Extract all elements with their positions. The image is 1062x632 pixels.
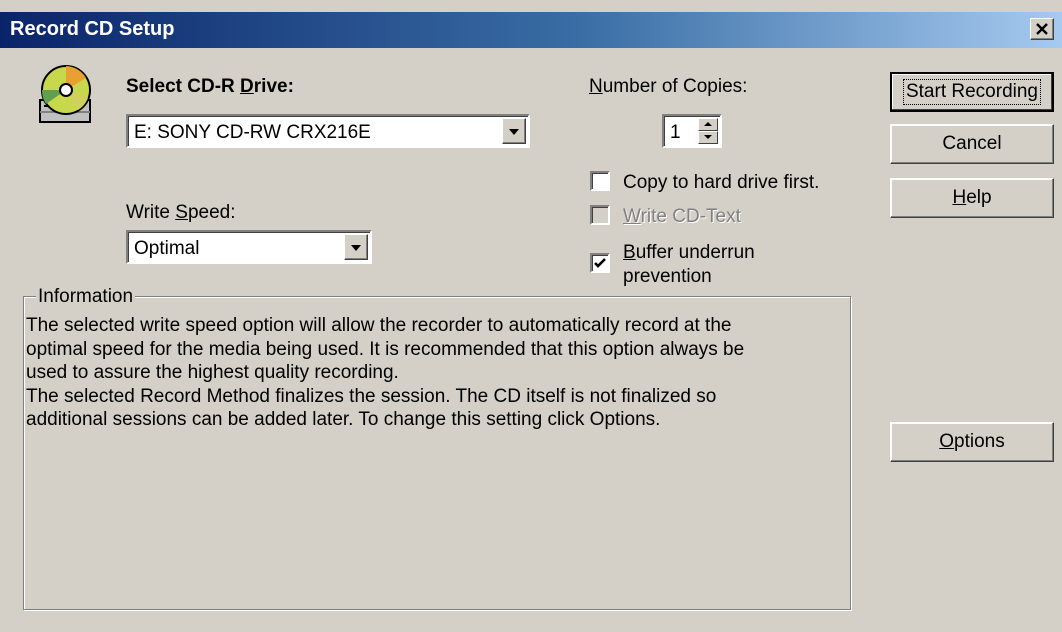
speed-label: Write Speed: <box>126 202 236 223</box>
help-button[interactable]: Help <box>890 178 1054 218</box>
info-line: optimal speed for the media being used. … <box>26 338 745 360</box>
copy-hd-checkbox[interactable] <box>590 171 610 191</box>
info-line: The selected write speed option will all… <box>26 315 732 336</box>
buffer-label: Buffer underrun prevention <box>623 242 755 287</box>
copies-label: Number of Copies: <box>589 76 748 97</box>
title-bar[interactable]: Record CD Setup <box>0 12 1062 48</box>
cd-text-label: Write CD-Text <box>623 206 741 227</box>
chevron-down-icon[interactable] <box>502 118 526 144</box>
spin-up-button[interactable] <box>698 118 718 131</box>
window-title: Record CD Setup <box>10 18 175 40</box>
close-button[interactable] <box>1030 18 1054 40</box>
info-line: The selected Record Method finalizes the… <box>26 385 717 407</box>
close-icon <box>1036 23 1048 35</box>
chevron-down-icon[interactable] <box>344 234 368 260</box>
checkmark-icon <box>594 258 606 268</box>
information-legend: Information <box>36 286 136 308</box>
start-recording-button[interactable]: Start Recording <box>890 72 1054 112</box>
speed-select-value: Optimal <box>134 238 200 259</box>
copy-hd-label: Copy to hard drive first. <box>623 172 820 193</box>
record-cd-setup-dialog: Record CD Setup Select CD-R Drive: E: SO… <box>0 0 1062 632</box>
info-line: used to assure the highest quality recor… <box>26 362 399 383</box>
information-text: The selected write speed option will all… <box>26 314 841 432</box>
spin-down-button[interactable] <box>698 131 718 144</box>
copies-spinner[interactable]: 1 <box>662 114 722 148</box>
buffer-checkbox[interactable] <box>590 253 610 273</box>
drive-select[interactable]: E: SONY CD-RW CRX216E <box>126 114 530 148</box>
speed-select[interactable]: Optimal <box>126 230 372 264</box>
copies-value: 1 <box>670 122 681 143</box>
cancel-button[interactable]: Cancel <box>890 124 1054 164</box>
options-button[interactable]: Options <box>890 422 1054 462</box>
drive-label: Select CD-R Drive: <box>126 76 294 97</box>
drive-select-value: E: SONY CD-RW CRX216E <box>134 122 371 143</box>
cd-drive-icon <box>22 64 104 140</box>
cd-text-checkbox[interactable] <box>590 205 610 225</box>
info-line: additional sessions can be added later. … <box>26 409 661 430</box>
